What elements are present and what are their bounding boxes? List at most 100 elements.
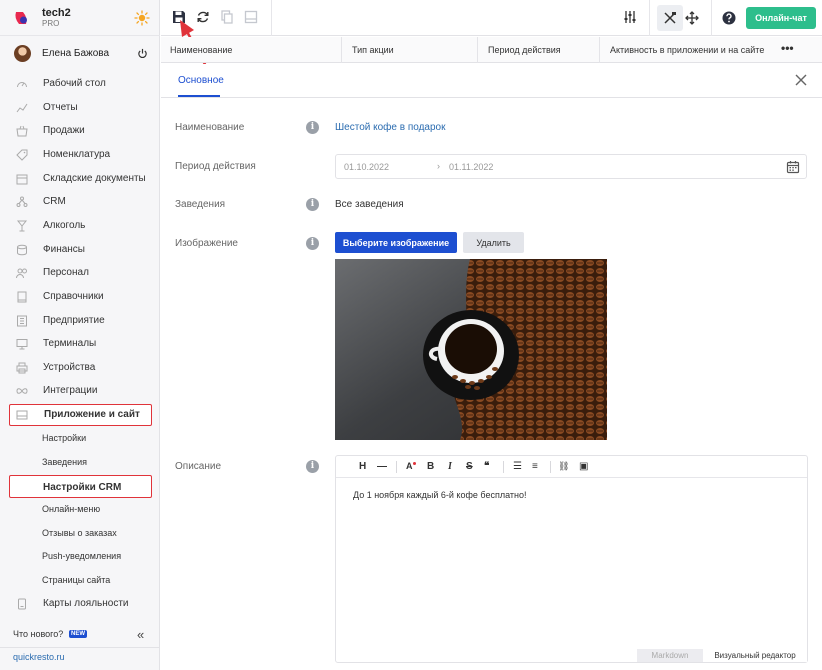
column-divider[interactable] [341,37,342,63]
sidebar-item-label: Предприятие [43,315,105,326]
calendar-icon[interactable] [786,160,800,174]
text-color-button[interactable]: A [406,461,413,471]
strikethrough-button[interactable]: S [466,461,473,472]
info-icon[interactable]: i [306,121,319,134]
toolbar: Онлайн-чат [161,0,822,36]
sidebar-item-crm[interactable]: CRM [0,191,160,213]
book-icon [17,291,27,303]
name-value[interactable]: Шестой кофе в подарок [335,122,445,133]
sidebar-item-label: Финансы [43,244,85,255]
basket-icon [16,125,28,137]
chart-icon [16,103,28,113]
brand[interactable]: tech2 PRO [0,0,160,36]
sidebar-item-references[interactable]: Справочники [0,286,160,308]
toolbar-divider [649,0,650,36]
period-from[interactable]: 01.10.2022 [344,162,389,172]
coins-icon [17,244,27,256]
sidebar-item-sales[interactable]: Продажи [0,120,160,142]
sidebar-subitem-settings[interactable]: Настройки [0,428,160,450]
staff-icon [16,268,27,279]
visual-mode-tab[interactable]: Визуальный редактор [703,649,807,662]
period-arrow: › [437,161,440,171]
info-icon[interactable]: i [306,460,319,473]
toolbar-divider [271,0,272,36]
sidebar-item-devices[interactable]: Устройства [0,357,160,379]
sidebar-item-warehouse[interactable]: Складские документы [0,168,160,190]
sidebar-item-staff[interactable]: Персонал [0,262,160,284]
infinity-icon [16,388,28,394]
avatar [14,45,31,62]
whats-new-link[interactable]: Что нового? [13,629,63,639]
help-icon[interactable] [722,11,736,25]
sidebar-item-desktop[interactable]: Рабочий стол [0,73,160,95]
sidebar-item-label: Отчеты [43,102,78,113]
sidebar-subitem-label: Заведения [42,457,88,467]
choose-image-button[interactable]: Выберите изображение [335,232,457,253]
sidebar-item-app-and-site[interactable]: Приложение и сайт [0,404,160,426]
close-icon[interactable] [794,73,808,87]
power-icon[interactable] [137,48,148,59]
user-profile[interactable]: Елена Бажова [0,42,160,66]
column-divider[interactable] [477,37,478,63]
tools-icon [664,12,676,24]
bold-button[interactable]: B [427,461,434,472]
filter-sliders-icon[interactable] [623,10,637,24]
sidebar-subitem-push[interactable]: Push-уведомления [0,546,160,568]
sidebar-subitem-crm-settings[interactable]: Настройки CRM [0,476,160,498]
sidebar-item-terminals[interactable]: Терминалы [0,333,160,355]
move-arrows-icon[interactable] [685,11,699,25]
italic-button[interactable]: I [448,461,452,472]
markdown-mode-tab[interactable]: Markdown [637,649,703,662]
sidebar-item-nomenclature[interactable]: Номенклатура [0,144,160,166]
period-label: Период действия [175,161,256,172]
venues-value[interactable]: Все заведения [335,199,404,210]
period-input[interactable]: 01.10.2022 › 01.11.2022 [335,154,807,179]
sidebar-item-label: Карты лояльности [43,598,129,609]
sidebar-subitem-site-pages[interactable]: Страницы сайта [0,570,160,592]
bullet-list-button[interactable]: ☰ [513,461,522,472]
sidebar-item-enterprise[interactable]: Предприятие [0,310,160,332]
sidebar-item-finance[interactable]: Финансы [0,239,160,261]
delete-image-button[interactable]: Удалить [463,232,524,253]
column-header-name[interactable]: Наименование [170,45,232,55]
sidebar-item-label: Справочники [43,291,104,302]
image-button[interactable]: ▣ [579,461,588,472]
collapse-sidebar-icon[interactable]: « [137,627,144,642]
sidebar-subitem-order-reviews[interactable]: Отзывы о заказах [0,523,160,545]
numbered-list-button[interactable]: ≡ [532,461,538,472]
sidebar-item-alcohol[interactable]: Алкоголь [0,215,160,237]
sidebar-item-label: Номенклатура [43,149,111,160]
sidebar-divider [0,647,160,648]
editor-toolbar: H — A B I S ❝ ☰ ≡ ⛓ ▣ [336,456,807,478]
editor-content[interactable]: До 1 ноября каждый 6-й кофе бесплатно! [353,490,526,500]
description-editor[interactable]: H — A B I S ❝ ☰ ≡ ⛓ ▣ До 1 ноября каждый… [335,455,808,663]
quote-button[interactable]: ❝ [484,461,489,472]
column-divider[interactable] [599,37,600,63]
period-to[interactable]: 01.11.2022 [449,162,493,172]
info-icon[interactable]: i [306,198,319,211]
sidebar-subitem-online-menu[interactable]: Онлайн-меню [0,499,160,521]
heading-button[interactable]: H [359,461,366,472]
sidebar-item-integrations[interactable]: Интеграции [0,380,160,402]
info-icon[interactable]: i [306,237,319,250]
sidebar-subitem-label: Настройки [42,433,87,443]
site-link[interactable]: quickresto.ru [13,652,65,662]
sidebar-item-loyalty[interactable]: Карты лояльности [0,593,160,615]
column-header-activity[interactable]: Активность в приложении и на сайте [610,45,764,55]
column-header-period[interactable]: Период действия [488,45,561,55]
horizontal-rule-button[interactable]: — [377,461,387,472]
online-chat-button[interactable]: Онлайн-чат [746,7,816,29]
sidebar-item-label: Рабочий стол [43,78,106,89]
sidebar-subitem-venues[interactable]: Заведения [0,452,160,474]
description-label: Описание [175,461,222,472]
sidebar-item-label: Устройства [43,362,96,373]
more-options-icon[interactable]: ••• [781,41,794,55]
toolbar-divider [711,0,712,36]
column-header-type[interactable]: Тип акции [352,45,394,55]
sidebar-item-reports[interactable]: Отчеты [0,97,160,119]
link-button[interactable]: ⛓ [558,461,569,472]
active-tab-indicator [178,95,220,97]
copy-icon [221,10,233,24]
sun-icon[interactable] [134,10,150,26]
tab-main[interactable]: Основное [178,75,224,86]
